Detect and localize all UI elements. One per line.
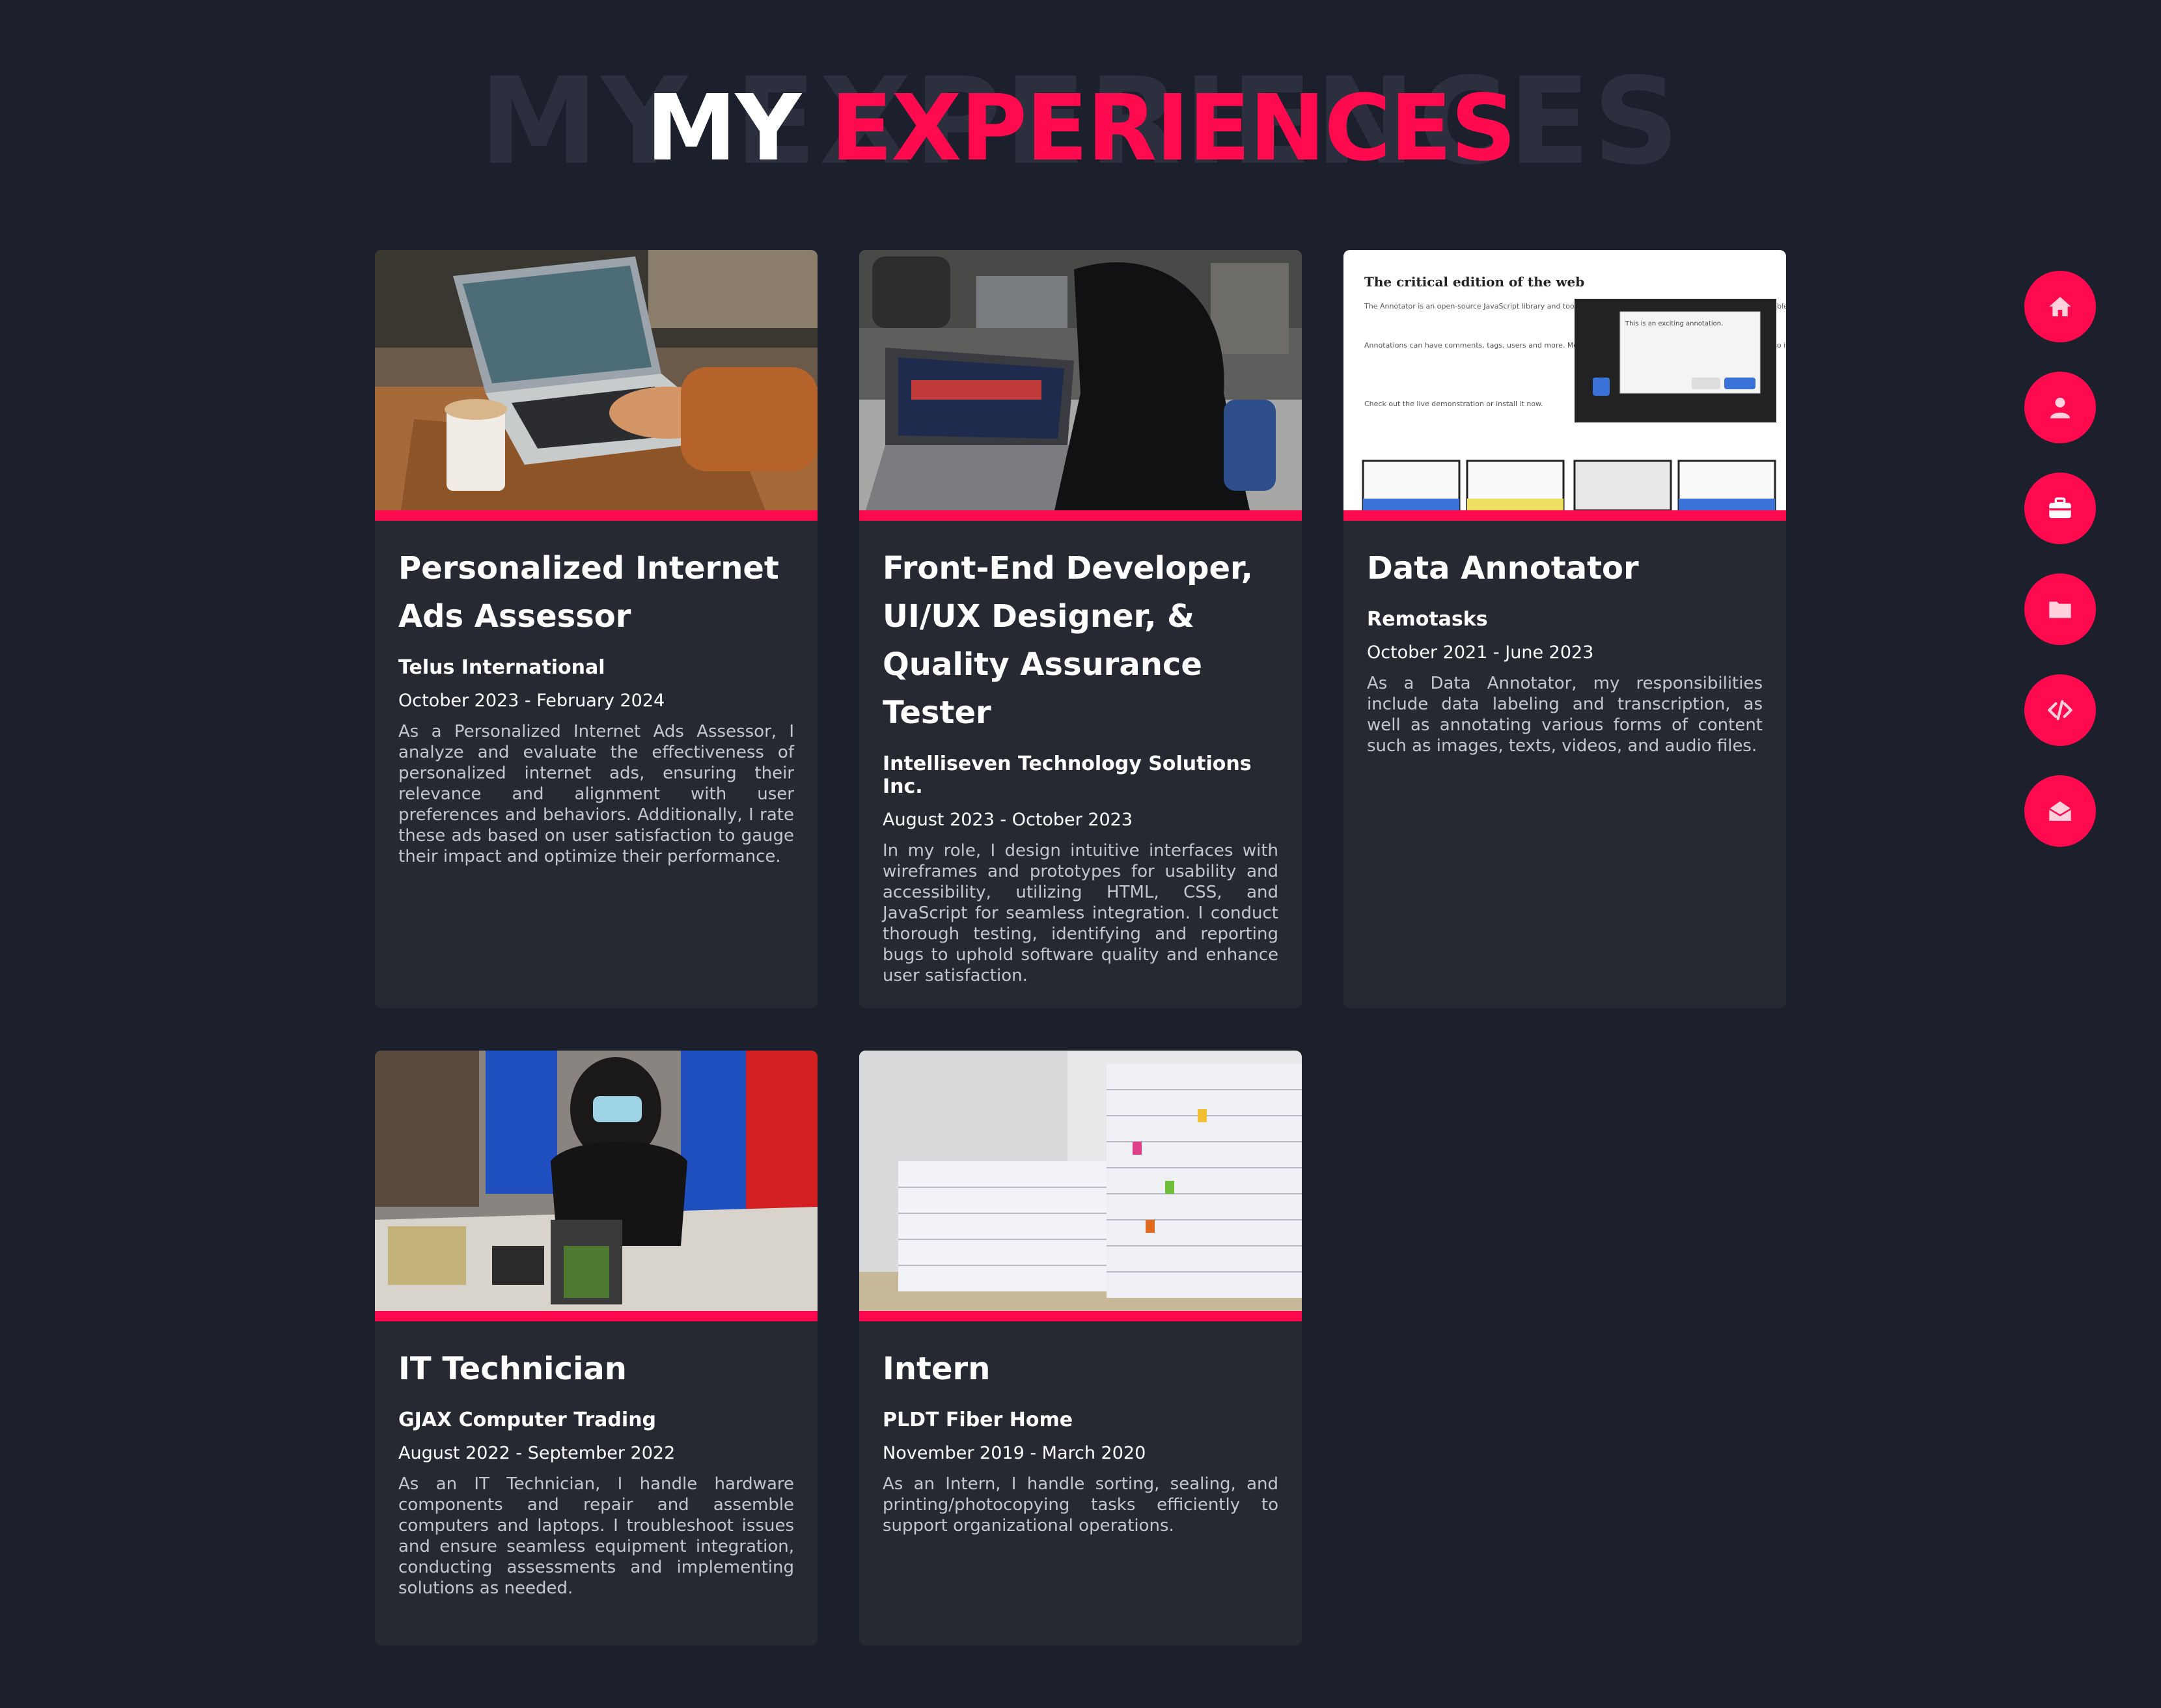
code-icon [2048, 700, 2072, 721]
folder-icon [2049, 601, 2071, 618]
experience-date: October 2021 - June 2023 [1367, 642, 1594, 663]
card-accent-bar [859, 1311, 1302, 1321]
experience-description: As a Personalized Internet Ads Assessor,… [398, 722, 794, 866]
experience-date: November 2019 - March 2020 [883, 1443, 1146, 1463]
experience-description: As a Data Annotator, my responsibilities… [1367, 674, 1763, 756]
experience-card: The critical edition of the web The Anno… [1343, 250, 1786, 1008]
experience-image-paper-stacks [859, 1051, 1302, 1311]
nav-home-button[interactable] [2024, 271, 2096, 342]
nav-experience-button[interactable] [2024, 473, 2096, 544]
page-title-part2: EXPERIENCES [830, 76, 1517, 182]
experience-title: Front-End Developer, UI/UX Designer, & Q… [883, 550, 1253, 731]
experience-company: Intelliseven Technology Solutions Inc. [883, 752, 1252, 798]
experience-title: Personalized Internet Ads Assessor [398, 550, 779, 635]
experience-company: Telus International [398, 656, 605, 679]
home-icon [2049, 297, 2071, 316]
card-body: Personalized Internet Ads Assessor Telus… [375, 521, 818, 893]
experience-date: August 2023 - October 2023 [883, 810, 1133, 830]
experience-title: Data Annotator [1367, 550, 1639, 586]
experience-date: October 2023 - February 2024 [398, 691, 665, 711]
experience-card: Intern PLDT Fiber Home November 2019 - M… [859, 1051, 1302, 1646]
experience-card: IT Technician GJAX Computer Trading Augu… [375, 1051, 818, 1646]
experience-description: As an Intern, I handle sorting, sealing,… [883, 1474, 1278, 1536]
experience-company: PLDT Fiber Home [883, 1409, 1073, 1431]
experience-title: Intern [883, 1351, 991, 1387]
nav-skills-button[interactable] [2024, 674, 2096, 746]
screenshot-headline: The critical edition of the web [1364, 274, 1584, 290]
nav-projects-button[interactable] [2024, 573, 2096, 645]
experience-card: Personalized Internet Ads Assessor Telus… [375, 250, 818, 1008]
section-heading: MY EXPERIENCES MY EXPERIENCES [0, 0, 2161, 195]
experience-company: GJAX Computer Trading [398, 1409, 657, 1431]
card-body: Intern PLDT Fiber Home November 2019 - M… [859, 1321, 1302, 1562]
page-title: MY EXPERIENCES [0, 83, 2161, 174]
experience-image-annotator-screenshot: The critical edition of the web The Anno… [1343, 250, 1786, 510]
experience-card: Front-End Developer, UI/UX Designer, & Q… [859, 250, 1302, 1008]
nav-contact-button[interactable] [2024, 775, 2096, 847]
card-body: Front-End Developer, UI/UX Designer, & Q… [859, 521, 1302, 1008]
card-body: IT Technician GJAX Computer Trading Augu… [375, 1321, 818, 1625]
card-accent-bar [1343, 510, 1786, 521]
experience-image-laptop-cafe [375, 250, 818, 510]
experience-date: August 2022 - September 2022 [398, 1443, 676, 1463]
page-title-part1: MY [646, 76, 801, 182]
screenshot-paragraph: Check out the live demonstration or inst… [1364, 400, 1543, 408]
experience-description: In my role, I design intuitive interface… [883, 841, 1278, 985]
card-accent-bar [859, 510, 1302, 521]
nav-about-button[interactable] [2024, 372, 2096, 443]
card-body: Data Annotator Remotasks October 2021 - … [1343, 521, 1786, 782]
experience-title: IT Technician [398, 1351, 627, 1387]
experience-company: Remotasks [1367, 608, 1488, 631]
screenshot-popup-text: This is an exciting annotation. [1625, 320, 1723, 327]
experience-description: As an IT Technician, I handle hardware c… [398, 1474, 794, 1598]
briefcase-icon [2049, 497, 2071, 518]
card-accent-bar [375, 1311, 818, 1321]
user-icon [2050, 398, 2070, 419]
experience-image-developer-office [859, 250, 1302, 510]
card-accent-bar [375, 510, 818, 521]
experience-image-technician [375, 1051, 818, 1311]
envelope-open-icon [2048, 801, 2072, 821]
